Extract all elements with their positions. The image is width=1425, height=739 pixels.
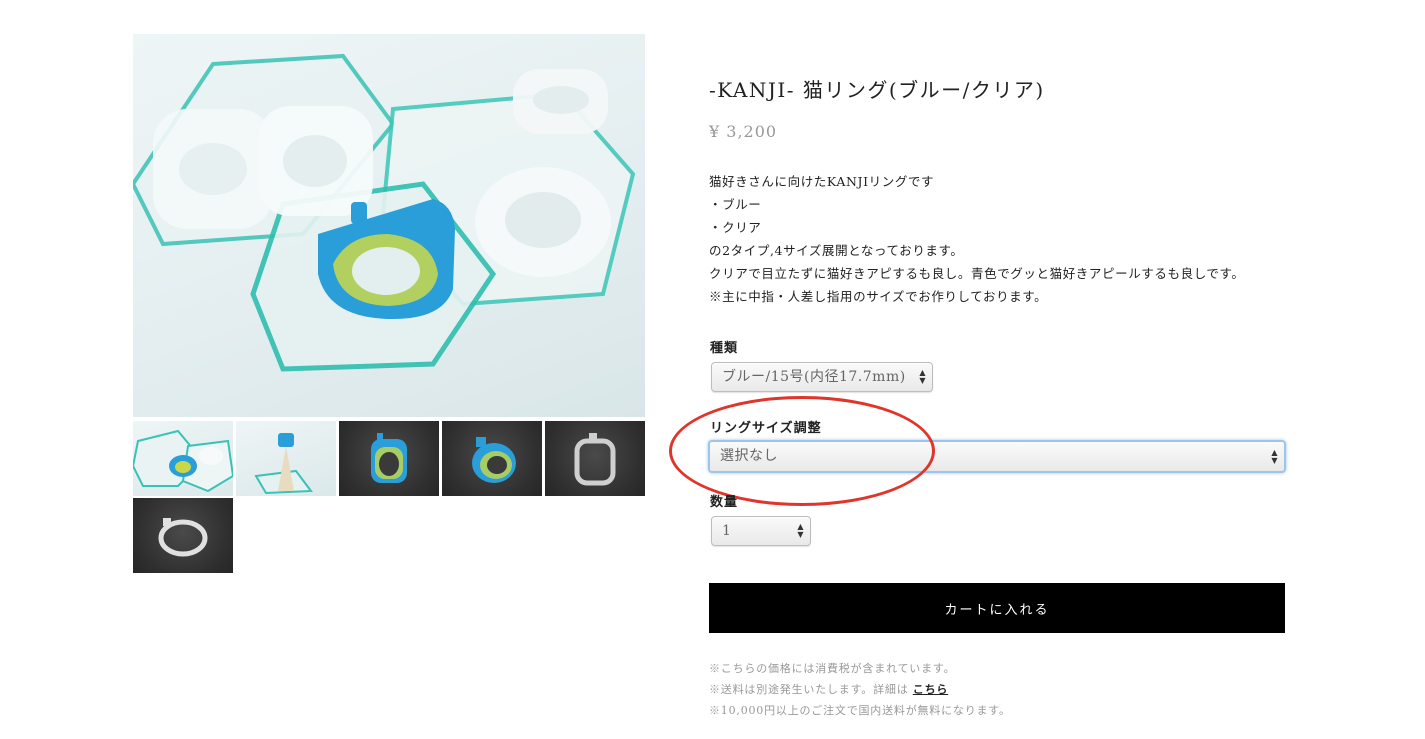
select-arrows-icon: ▲ ▼ [797,522,804,539]
ring-photo-clear-dark-angle-icon [158,518,208,557]
thumbnail-1[interactable] [133,421,233,496]
shipping-note: ※送料は別途発生いたします。詳細は こちら [709,679,1011,700]
tax-note: ※こちらの価格には消費税が含まれています。 [709,662,956,675]
ring-photo-blue-dark-angle-icon [472,437,516,483]
product-title: -KANJI- 猫リング(ブルー/クリア) [709,78,1045,102]
ring-photo-clear-dark-icon [574,433,616,486]
size-adjust-select-value: 選択なし [720,448,778,464]
shipping-note-text: ※送料は別途発生いたします。詳細は [709,683,909,696]
thumbnail-6[interactable] [133,498,233,573]
description-line: ※主に中指・人差し指用のサイズでお作りしております。 [709,289,1048,304]
type-select[interactable]: ブルー/15号(内径17.7mm) ▲ ▼ [711,362,933,392]
quantity-select[interactable]: 1 ▲ ▼ [711,516,811,546]
type-label: 種類 [710,341,739,356]
thumbnail-2[interactable] [236,421,336,496]
purchase-notes: ※こちらの価格には消費税が含まれています。 ※送料は別途発生いたします。詳細は … [709,658,1011,721]
add-to-cart-button[interactable]: カートに入れる [709,583,1285,633]
description-line: クリアで目立たずに猫好きアピするも良し。青色でグッと猫好きアピールするも良しです… [709,266,1245,281]
select-arrows-icon: ▲ ▼ [1271,447,1278,465]
ring-photo-on-stand-icon [254,433,313,495]
description-line: ・ブルー [709,197,762,212]
thumbnail-3[interactable] [339,421,439,496]
description-line: の2タイプ,4サイズ展開となっております。 [709,243,964,258]
select-arrows-icon: ▲ ▼ [919,368,926,385]
quantity-label: 数量 [710,495,739,510]
product-page: -KANJI- 猫リング(ブルー/クリア) ¥ 3,200 猫好きさんに向けたK… [0,0,1425,739]
quantity-select-value: 1 [722,523,732,539]
main-product-photo[interactable] [133,34,645,417]
ring-photo-illustration [133,53,636,372]
size-adjust-label: リングサイズ調整 [710,421,822,436]
description-line: 猫好きさんに向けたKANJIリングです [709,174,935,189]
free-shipping-note: ※10,000円以上のご注文で国内送料が無料になります。 [709,704,1011,717]
type-select-value: ブルー/15号(内径17.7mm) [722,369,906,385]
shipping-details-link[interactable]: こちら [913,683,948,696]
ring-photo-blue-hexagons-icon [133,429,233,493]
description-line: ・クリア [709,220,762,235]
ring-photo-blue-dark-icon [371,433,407,483]
product-price: ¥ 3,200 [709,122,778,141]
product-description: 猫好きさんに向けたKANJIリングです ・ブルー ・クリア の2タイプ,4サイズ… [709,170,1244,308]
thumbnail-4[interactable] [442,421,542,496]
size-adjust-select[interactable]: 選択なし ▲ ▼ [708,440,1286,473]
thumbnail-5[interactable] [545,421,645,496]
